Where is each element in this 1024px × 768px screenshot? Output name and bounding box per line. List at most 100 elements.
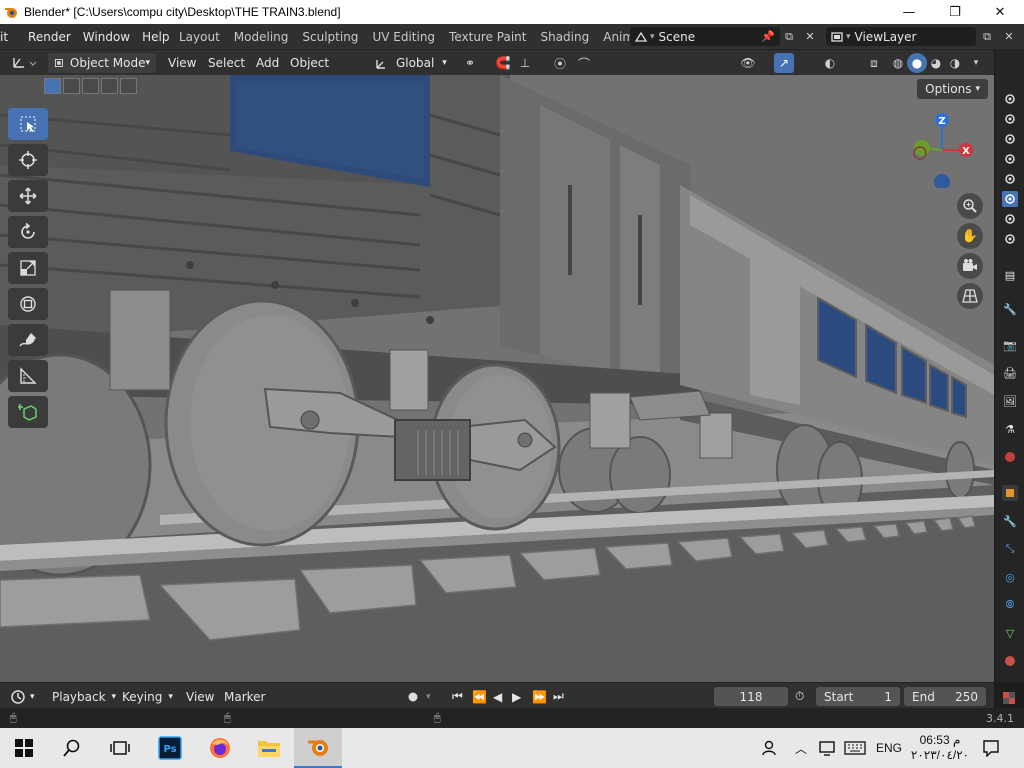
tab-modeling[interactable]: Modeling: [227, 30, 296, 44]
scene-properties-icon[interactable]: ⚗: [1002, 421, 1018, 437]
menu-select[interactable]: Select: [208, 53, 245, 73]
show-hidden-icons-chevron-icon[interactable]: ︿: [795, 728, 807, 768]
menu-add[interactable]: Add: [256, 53, 279, 73]
physics-icon[interactable]: ◎: [1002, 569, 1018, 585]
world-properties-icon[interactable]: [1002, 449, 1018, 465]
properties-toggle-icon[interactable]: ▤: [1002, 267, 1018, 283]
close-button[interactable]: ✕: [977, 0, 1023, 24]
tab-layout[interactable]: Layout: [172, 30, 227, 44]
move-tool[interactable]: [8, 180, 48, 212]
menu-object[interactable]: Object: [290, 53, 329, 73]
firefox-taskbar-button[interactable]: [196, 728, 244, 768]
end-frame-field[interactable]: End 250: [904, 687, 986, 706]
perspective-grid-icon[interactable]: [957, 283, 983, 309]
output-properties-icon[interactable]: 🖨: [1002, 365, 1018, 381]
select-box-tool[interactable]: [8, 108, 48, 140]
language-indicator[interactable]: ENG: [876, 728, 902, 768]
texture-properties-icon[interactable]: [1001, 690, 1017, 706]
record-button[interactable]: [406, 687, 420, 706]
overlays-icon[interactable]: ◐: [820, 53, 840, 73]
jump-start-icon[interactable]: ⏮: [452, 687, 463, 706]
navigation-gizmo[interactable]: Z X: [906, 112, 978, 188]
play-icon[interactable]: ▶: [512, 687, 521, 706]
menu-playback[interactable]: Playback ▾: [52, 687, 116, 706]
tab-texture-paint[interactable]: Texture Paint: [442, 30, 533, 44]
search-button[interactable]: [48, 728, 96, 768]
select-invert-icon[interactable]: [101, 78, 118, 94]
scale-tool[interactable]: [8, 252, 48, 284]
remove-viewlayer-icon[interactable]: ✕: [999, 27, 1019, 46]
select-new-icon[interactable]: [44, 78, 61, 94]
cursor-tool[interactable]: [8, 144, 48, 176]
annotate-tool[interactable]: [8, 324, 48, 356]
remove-scene-icon[interactable]: ✕: [800, 27, 820, 46]
material-properties-icon[interactable]: [1002, 653, 1018, 669]
start-frame-field[interactable]: Start 1: [816, 687, 900, 706]
file-explorer-taskbar-button[interactable]: [245, 728, 293, 768]
menu-help[interactable]: Help: [136, 30, 175, 44]
menu-timeline-view[interactable]: View: [186, 687, 214, 706]
clock[interactable]: 06:53 م ٢٠٢٣/٠٤/٢٠: [911, 728, 969, 768]
camera-icon[interactable]: [1002, 91, 1018, 107]
start-button[interactable]: [0, 728, 48, 768]
shading-rendered-icon[interactable]: ◑: [945, 53, 965, 73]
shading-solid-icon[interactable]: ●: [907, 53, 927, 73]
snap-toggle-icon[interactable]: 🧲: [493, 53, 513, 73]
menu-keying[interactable]: Keying ▾: [122, 687, 173, 706]
task-view-button[interactable]: [96, 728, 144, 768]
minimize-button[interactable]: —: [886, 0, 932, 24]
chevron-down-icon[interactable]: ▾: [966, 53, 986, 73]
view-layer-icon[interactable]: 🖼: [1002, 393, 1018, 409]
zoom-icon[interactable]: [957, 193, 983, 219]
keyboard-icon[interactable]: [844, 728, 866, 768]
particles-icon[interactable]: ⤡: [1002, 541, 1018, 557]
camera-icon[interactable]: [1002, 151, 1018, 167]
maximize-button[interactable]: ❐: [932, 0, 978, 24]
new-viewlayer-icon[interactable]: ⧉: [977, 27, 997, 46]
camera-view-icon[interactable]: [957, 253, 983, 279]
jump-keyframe-back-icon[interactable]: ⏪: [472, 687, 487, 706]
pivot-point-icon[interactable]: ⚭: [460, 53, 480, 73]
visibility-icon[interactable]: 👁: [738, 53, 758, 73]
select-extend-icon[interactable]: [63, 78, 80, 94]
camera-icon[interactable]: [1002, 131, 1018, 147]
camera-icon[interactable]: [1002, 171, 1018, 187]
stopwatch-icon[interactable]: ⏱: [795, 687, 804, 706]
notifications-icon[interactable]: [982, 728, 1000, 768]
rotate-tool[interactable]: [8, 216, 48, 248]
options-dropdown[interactable]: Options ▾: [917, 79, 988, 99]
network-icon[interactable]: [818, 728, 838, 768]
menu-view[interactable]: View: [168, 53, 196, 73]
play-reverse-icon[interactable]: ◀: [493, 687, 502, 706]
menu-marker[interactable]: Marker: [224, 687, 265, 706]
jump-keyframe-forward-icon[interactable]: ⏩: [532, 687, 547, 706]
current-frame-field[interactable]: 118: [714, 687, 788, 706]
xray-icon[interactable]: ⧈: [864, 53, 884, 73]
tab-shading[interactable]: Shading: [533, 30, 596, 44]
photoshop-taskbar-button[interactable]: Ps: [146, 728, 194, 768]
shading-material-icon[interactable]: ◕: [926, 53, 946, 73]
mode-dropdown[interactable]: Object Mode ▾: [48, 53, 156, 73]
falloff-icon[interactable]: ⌒: [574, 53, 594, 73]
modifier-properties-icon[interactable]: 🔧: [1002, 513, 1018, 529]
camera-icon[interactable]: [1002, 231, 1018, 247]
render-properties-icon[interactable]: 📷: [1002, 337, 1018, 353]
people-icon[interactable]: [760, 728, 778, 768]
3d-viewport[interactable]: Options ▾ Z X ✋: [0, 75, 994, 682]
camera-icon[interactable]: [1002, 211, 1018, 227]
constraints-icon[interactable]: ⦾: [1002, 597, 1018, 613]
blender-taskbar-button[interactable]: [294, 728, 342, 768]
tool-settings-icon[interactable]: 🔧: [1002, 301, 1018, 317]
tab-sculpting[interactable]: Sculpting: [295, 30, 365, 44]
camera-icon[interactable]: [1002, 191, 1018, 207]
pan-hand-icon[interactable]: ✋: [957, 223, 983, 249]
proportional-edit-icon[interactable]: ⦿: [550, 53, 570, 73]
tab-uv-editing[interactable]: UV Editing: [365, 30, 442, 44]
menu-render[interactable]: Render: [14, 30, 77, 44]
viewlayer-selector[interactable]: ▾ ViewLayer: [826, 27, 976, 46]
timeline-editor-button[interactable]: ▾: [10, 687, 35, 706]
editor-type-button[interactable]: [10, 53, 38, 73]
menu-edit[interactable]: it: [0, 30, 14, 44]
snap-target-icon[interactable]: ⊥: [515, 53, 535, 73]
object-properties-icon[interactable]: [1002, 485, 1018, 501]
